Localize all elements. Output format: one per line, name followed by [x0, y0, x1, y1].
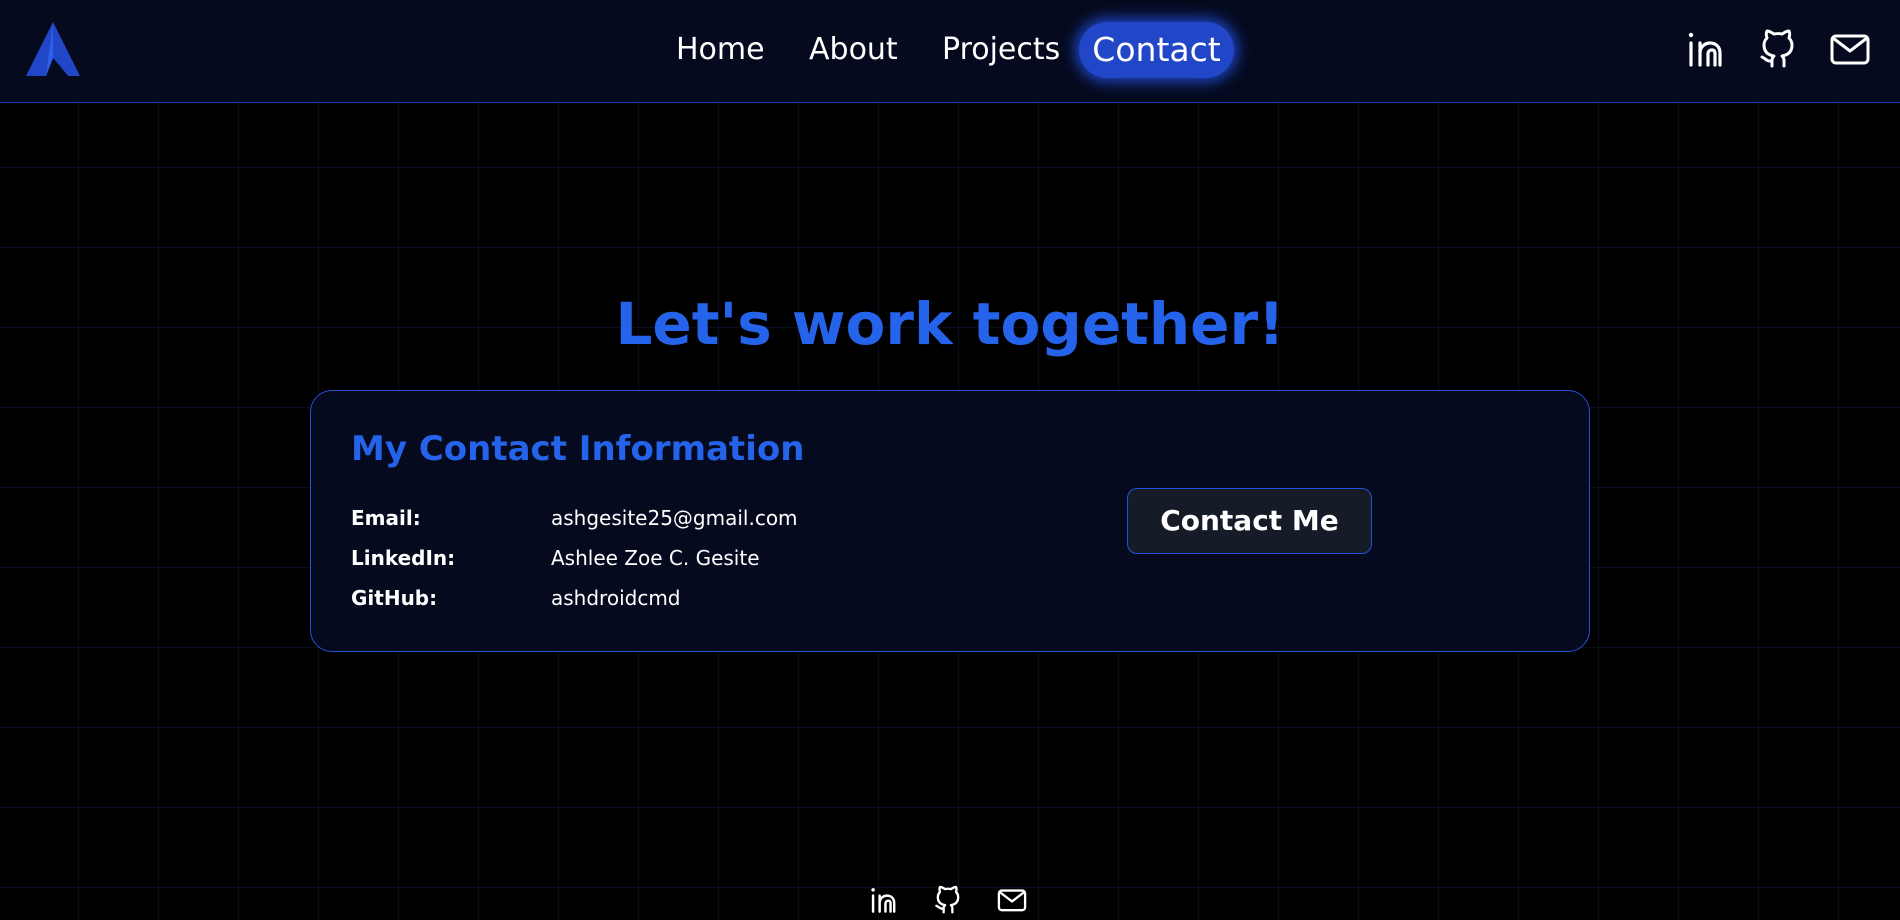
page-headline: Let's work together! [615, 290, 1285, 358]
page: Home About Projects Contact Let's work t… [0, 0, 1900, 920]
email-value: ashgesite25@gmail.com [551, 506, 798, 530]
github-value: ashdroidcmd [551, 586, 681, 610]
linkedin-label: LinkedIn: [351, 546, 456, 570]
linkedin-value: Ashlee Zoe C. Gesite [551, 546, 760, 570]
linkedin-icon[interactable] [1684, 27, 1728, 71]
mail-icon[interactable] [1828, 27, 1872, 71]
github-icon[interactable] [1756, 27, 1800, 71]
nav-projects[interactable]: Projects [942, 22, 1060, 78]
header-social-links [1684, 27, 1872, 71]
nav-about[interactable]: About [809, 22, 898, 78]
main-nav: Home About Projects Contact [0, 22, 1900, 78]
a-logo-icon[interactable] [24, 20, 82, 78]
email-label: Email: [351, 506, 421, 530]
github-label: GitHub: [351, 586, 438, 610]
contact-me-button[interactable]: Contact Me [1127, 488, 1372, 554]
mail-icon[interactable] [996, 884, 1028, 916]
nav-home[interactable]: Home [676, 22, 765, 78]
card-title: My Contact Information [351, 429, 805, 469]
contact-info-card: My Contact Information Email: ashgesite2… [310, 390, 1590, 652]
site-header: Home About Projects Contact [0, 0, 1900, 103]
linkedin-icon[interactable] [868, 884, 900, 916]
github-icon[interactable] [932, 884, 964, 916]
nav-contact[interactable]: Contact [1079, 22, 1234, 78]
footer-social-links [868, 884, 1028, 916]
